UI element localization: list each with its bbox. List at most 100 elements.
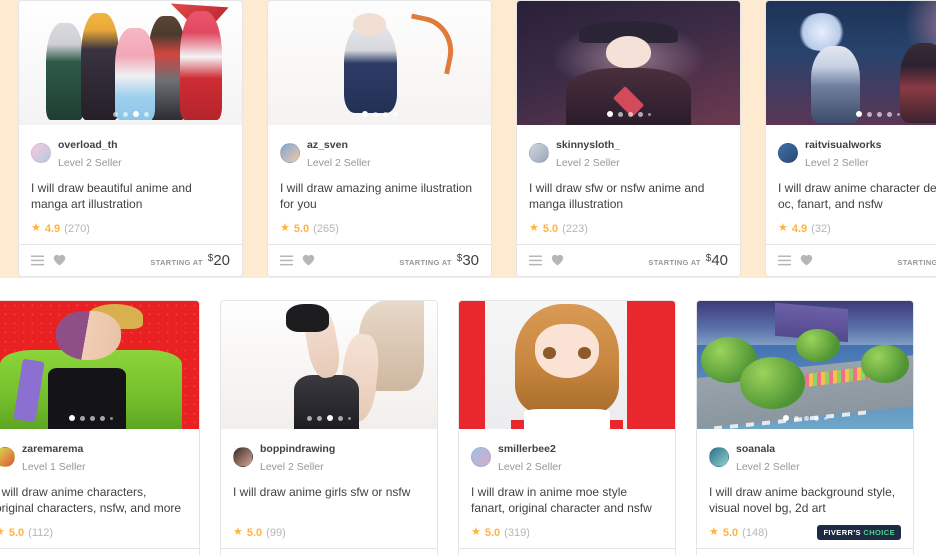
- gig-title[interactable]: I will draw anime character design, oc, …: [778, 181, 936, 213]
- carousel-dots[interactable]: [361, 111, 398, 117]
- gig-card[interactable]: skinnysloth_ Level 2 Seller I will draw sf…: [516, 0, 741, 277]
- gig-title[interactable]: I will draw anime characters, original c…: [0, 485, 187, 517]
- carousel-dots[interactable]: [307, 415, 351, 421]
- carousel-dot[interactable]: [361, 111, 368, 117]
- gig-title[interactable]: I will draw anime background style, visu…: [709, 485, 901, 517]
- carousel-dots[interactable]: [545, 415, 589, 421]
- carousel-dot[interactable]: [627, 111, 633, 117]
- carousel-dot[interactable]: [327, 415, 333, 421]
- gig-card[interactable]: raitvisualworks Level 2 Seller I will draw…: [765, 0, 936, 277]
- gig-image-carousel[interactable]: [766, 1, 936, 125]
- carousel-dot[interactable]: [69, 415, 75, 421]
- carousel-dot[interactable]: [80, 415, 85, 421]
- carousel-dots[interactable]: [783, 415, 827, 421]
- carousel-dot[interactable]: [392, 111, 398, 117]
- avatar[interactable]: [233, 447, 253, 468]
- carousel-dot[interactable]: [606, 111, 613, 117]
- seller-name[interactable]: skinnysloth_: [556, 139, 620, 151]
- gig-image-carousel[interactable]: [697, 301, 913, 429]
- heart-icon[interactable]: [800, 254, 813, 266]
- carousel-dot[interactable]: [110, 416, 113, 420]
- gig-card[interactable]: zaremarema Level 1 Seller I will draw anim…: [0, 300, 200, 555]
- carousel-dot[interactable]: [876, 111, 882, 117]
- seller-row[interactable]: boppindrawing Level 2 Seller: [233, 439, 425, 476]
- seller-row[interactable]: az_sven Level 2 Seller: [280, 135, 479, 172]
- carousel-dots[interactable]: [855, 111, 900, 117]
- carousel-dot[interactable]: [555, 415, 560, 421]
- carousel-dot[interactable]: [824, 416, 827, 420]
- avatar[interactable]: [471, 447, 491, 468]
- seller-row[interactable]: raitvisualworks Level 2 Seller: [778, 135, 936, 172]
- gig-image-carousel[interactable]: [221, 301, 437, 429]
- carousel-dot[interactable]: [338, 415, 343, 421]
- avatar[interactable]: [31, 143, 51, 164]
- gig-card[interactable]: overload_th Level 2 Seller I will draw bea…: [18, 0, 243, 277]
- carousel-dot[interactable]: [372, 111, 378, 117]
- gig-title[interactable]: I will draw amazing anime ilustration fo…: [280, 181, 479, 213]
- seller-name[interactable]: smillerbee2: [498, 443, 556, 455]
- gig-title[interactable]: I will draw beautiful anime and manga ar…: [31, 181, 230, 213]
- carousel-dot[interactable]: [100, 415, 105, 421]
- carousel-dot[interactable]: [132, 111, 139, 117]
- carousel-dot[interactable]: [896, 112, 900, 116]
- avatar[interactable]: [0, 447, 15, 468]
- list-icon[interactable]: [529, 255, 542, 266]
- gig-card[interactable]: soanala Level 2 Seller I will draw anime b…: [696, 300, 914, 555]
- carousel-dot[interactable]: [855, 111, 862, 117]
- carousel-dot[interactable]: [647, 112, 651, 116]
- carousel-dot[interactable]: [112, 111, 118, 117]
- carousel-dot[interactable]: [814, 415, 819, 421]
- gig-card[interactable]: az_sven Level 2 Seller I will draw amazing…: [267, 0, 492, 277]
- seller-row[interactable]: zaremarema Level 1 Seller: [0, 439, 187, 476]
- gig-image-carousel[interactable]: [459, 301, 675, 429]
- gig-title[interactable]: I will draw sfw or nsfw anime and manga …: [529, 181, 728, 213]
- heart-icon[interactable]: [302, 254, 315, 266]
- seller-name[interactable]: overload_th: [58, 139, 118, 151]
- seller-row[interactable]: overload_th Level 2 Seller: [31, 135, 230, 172]
- seller-name[interactable]: zaremarema: [22, 443, 83, 455]
- list-icon[interactable]: [778, 255, 791, 266]
- carousel-dot[interactable]: [122, 111, 128, 117]
- gig-title[interactable]: I will draw anime girls sfw or nsfw: [233, 485, 425, 517]
- carousel-dot[interactable]: [866, 111, 872, 117]
- carousel-dot[interactable]: [617, 111, 623, 117]
- carousel-dot[interactable]: [545, 415, 550, 421]
- gig-card[interactable]: smillerbee2 Level 2 Seller I will draw in …: [458, 300, 676, 555]
- carousel-dot[interactable]: [804, 415, 809, 421]
- gig-image-carousel[interactable]: [0, 301, 199, 429]
- carousel-dot[interactable]: [382, 111, 388, 117]
- carousel-dot[interactable]: [886, 111, 892, 117]
- gig-image-carousel[interactable]: [19, 1, 242, 125]
- carousel-dot[interactable]: [143, 111, 149, 117]
- carousel-dots[interactable]: [112, 111, 149, 117]
- heart-icon[interactable]: [53, 254, 66, 266]
- list-icon[interactable]: [280, 255, 293, 266]
- seller-name[interactable]: raitvisualworks: [805, 139, 881, 151]
- seller-name[interactable]: az_sven: [307, 139, 348, 151]
- carousel-dot[interactable]: [348, 416, 351, 420]
- avatar[interactable]: [529, 143, 549, 164]
- carousel-dot[interactable]: [317, 415, 322, 421]
- carousel-dot[interactable]: [90, 415, 95, 421]
- avatar[interactable]: [709, 447, 729, 468]
- seller-name[interactable]: boppindrawing: [260, 443, 335, 455]
- gig-image-carousel[interactable]: [268, 1, 491, 125]
- carousel-dot[interactable]: [565, 415, 571, 421]
- carousel-dot[interactable]: [576, 415, 581, 421]
- seller-name[interactable]: soanala: [736, 443, 775, 455]
- gig-image-carousel[interactable]: [517, 1, 740, 125]
- carousel-dots[interactable]: [606, 111, 651, 117]
- carousel-dot[interactable]: [307, 415, 312, 421]
- gig-title[interactable]: I will draw in anime moe style fanart, o…: [471, 485, 663, 517]
- list-icon[interactable]: [31, 255, 44, 266]
- carousel-dot[interactable]: [637, 111, 643, 117]
- gig-card[interactable]: boppindrawing Level 2 Seller I will draw a…: [220, 300, 438, 555]
- seller-row[interactable]: skinnysloth_ Level 2 Seller: [529, 135, 728, 172]
- carousel-dot[interactable]: [783, 415, 789, 421]
- seller-row[interactable]: soanala Level 2 Seller: [709, 439, 901, 476]
- heart-icon[interactable]: [551, 254, 564, 266]
- avatar[interactable]: [778, 143, 798, 164]
- carousel-dot[interactable]: [586, 416, 589, 420]
- avatar[interactable]: [280, 143, 300, 164]
- carousel-dots[interactable]: [69, 415, 113, 421]
